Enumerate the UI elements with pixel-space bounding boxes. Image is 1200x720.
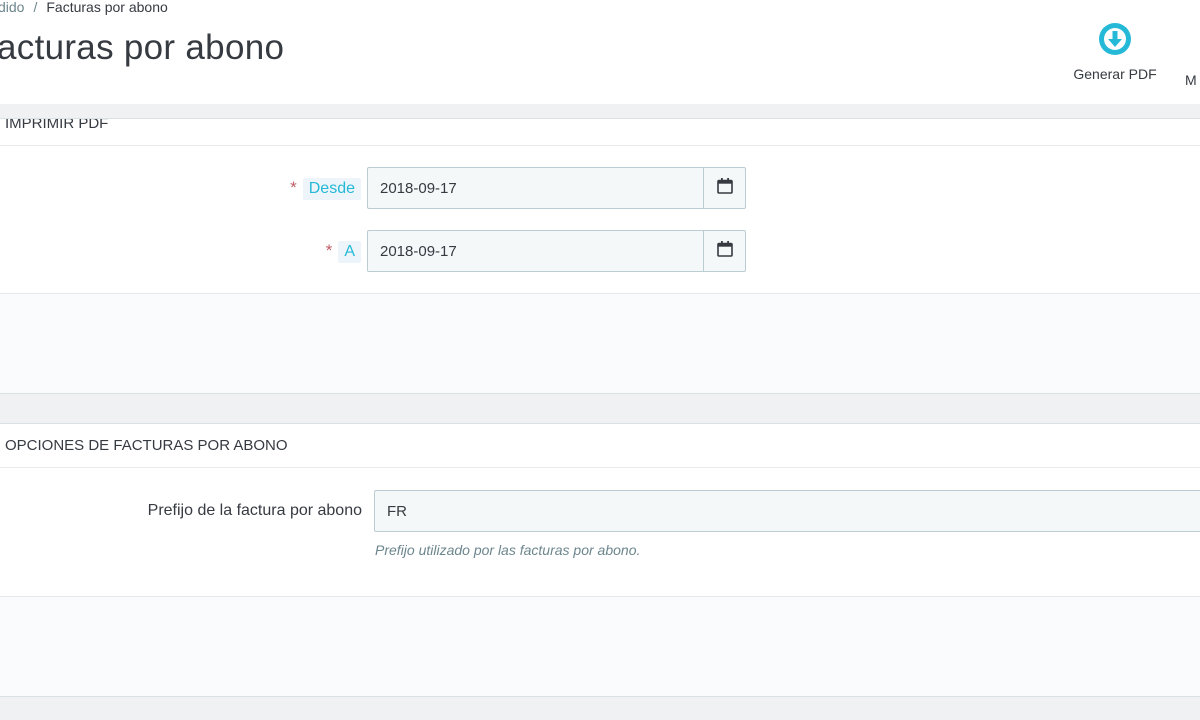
- invoice-prefix-help: Prefijo utilizado por las facturas por a…: [375, 542, 641, 558]
- invoice-prefix-label: Prefijo de la factura por abono: [147, 502, 362, 519]
- to-date-label-text: A: [338, 240, 361, 263]
- from-date-input[interactable]: [368, 168, 703, 208]
- breadcrumb-current: Facturas por abono: [46, 0, 168, 15]
- to-date-label: * A: [326, 230, 361, 272]
- from-date-row: * Desde: [0, 167, 1200, 209]
- invoice-prefix-field: [374, 490, 1200, 532]
- from-date-field: [367, 167, 746, 209]
- breadcrumb: dido / Facturas por abono: [0, 0, 168, 15]
- generate-pdf-label: Generar PDF: [1073, 66, 1157, 82]
- print-pdf-panel-footer: [0, 293, 1200, 393]
- from-date-label: * Desde: [290, 167, 361, 209]
- print-pdf-panel-heading: IMPRIMIR PDF: [0, 119, 1200, 146]
- calendar-icon: [716, 240, 734, 263]
- download-circle-icon: [1098, 22, 1132, 56]
- breadcrumb-parent-link[interactable]: dido: [0, 0, 24, 15]
- to-date-calendar-button[interactable]: [703, 231, 745, 271]
- credit-slip-options-footer: [0, 596, 1200, 696]
- to-date-input[interactable]: [368, 231, 703, 271]
- page-title: acturas por abono: [0, 28, 285, 67]
- invoice-prefix-input[interactable]: [375, 491, 1200, 531]
- to-date-field: [367, 230, 746, 272]
- credit-slip-options-heading: OPCIONES DE FACTURAS POR ABONO: [0, 424, 1200, 468]
- to-date-row: * A: [0, 230, 1200, 272]
- breadcrumb-separator: /: [33, 0, 38, 15]
- required-mark: *: [290, 178, 297, 197]
- invoice-prefix-row: Prefijo de la factura por abono: [0, 490, 1200, 532]
- calendar-icon: [716, 177, 734, 200]
- print-pdf-panel: IMPRIMIR PDF *Desde *A: [0, 118, 1200, 394]
- generate-pdf-button[interactable]: Generar PDF: [1066, 22, 1164, 82]
- from-date-calendar-button[interactable]: [703, 168, 745, 208]
- more-toolbar-button[interactable]: M: [1185, 72, 1197, 88]
- credit-slip-options-panel: OPCIONES DE FACTURAS POR ABONO Prefijo d…: [0, 423, 1200, 697]
- from-date-label-text: Desde: [302, 177, 361, 200]
- required-mark: *: [325, 241, 333, 260]
- page-header: dido / Facturas por abono acturas por abon…: [0, 0, 1200, 104]
